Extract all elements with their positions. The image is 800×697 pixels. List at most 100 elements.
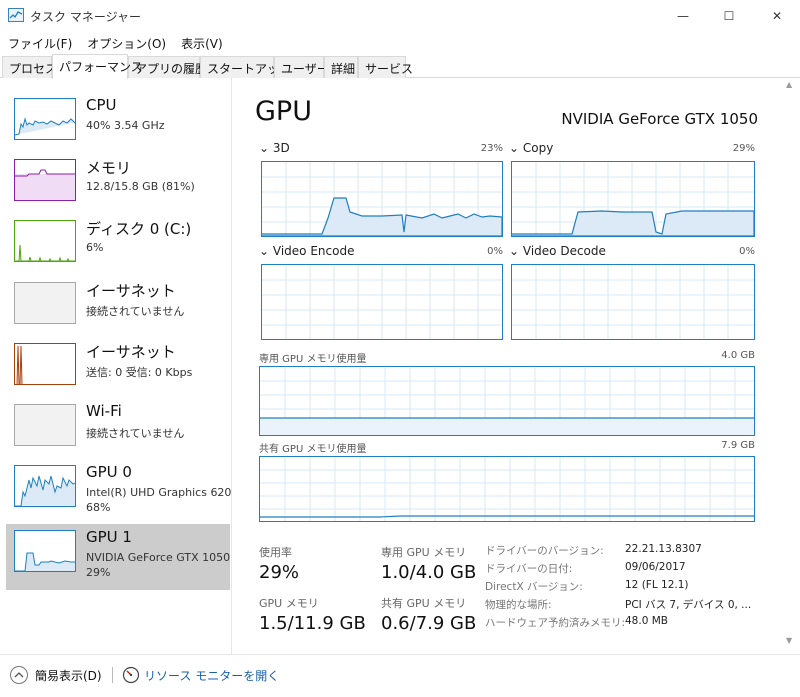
shared-memory-label: 共有 GPU メモリ bbox=[381, 597, 467, 610]
info-value: 48.0 MB bbox=[625, 615, 668, 627]
sidebar-item-gpu-1[interactable]: GPU 1 NVIDIA GeForce GTX 1050 29% bbox=[6, 524, 230, 590]
sidebar-item-cpu[interactable]: CPU 40% 3.54 GHz bbox=[6, 92, 230, 158]
sidebar-item-detail: 6% bbox=[86, 241, 104, 254]
engine-selector-video-decode[interactable]: ⌄ Video Decode bbox=[509, 244, 606, 258]
gpu1-thumbnail bbox=[14, 530, 76, 572]
maximize-button[interactable]: ☐ bbox=[706, 0, 752, 32]
gpu-memory-label: GPU メモリ bbox=[259, 597, 319, 610]
shared-memory-value: 0.6/7.9 GB bbox=[381, 613, 477, 634]
tab-bar: プロセス パフォーマンス アプリの履歴 スタートアップ ユーザー 詳細 サービス bbox=[0, 54, 800, 79]
info-key: ドライバーのバージョン: bbox=[485, 545, 604, 557]
dedicated-memory-max: 4.0 GB bbox=[721, 350, 755, 361]
chevron-up-icon bbox=[14, 672, 24, 678]
utilization-value: 29% bbox=[259, 562, 300, 583]
fewer-details-label[interactable]: 簡易表示(D) bbox=[35, 667, 102, 684]
sidebar-item-name: メモリ bbox=[86, 159, 132, 177]
chevron-down-icon: ⌄ bbox=[259, 244, 270, 258]
close-icon: ✕ bbox=[771, 9, 783, 23]
engine-graph-video-encode bbox=[261, 264, 503, 340]
title-bar: タスク マネージャー — ☐ ✕ bbox=[0, 0, 800, 32]
gpu-detail-panel: GPU NVIDIA GeForce GTX 1050 ⌄ 3D 23% ⌄ C… bbox=[233, 78, 800, 654]
maximize-icon: ☐ bbox=[723, 9, 735, 23]
sidebar-item-detail: 接続されていません bbox=[86, 305, 185, 318]
resource-sidebar: CPU 40% 3.54 GHz メモリ 12.8/15.8 GB (81%) … bbox=[0, 78, 232, 654]
info-value: 12 (FL 12.1) bbox=[625, 579, 689, 591]
wifi-thumbnail bbox=[14, 404, 76, 446]
engine-graph-video-decode bbox=[511, 264, 755, 340]
tab-users[interactable]: ユーザー bbox=[274, 56, 329, 78]
page-title: GPU bbox=[255, 96, 312, 127]
sidebar-item-wifi[interactable]: Wi-Fi 接続されていません bbox=[6, 398, 230, 464]
menu-view[interactable]: 表示(V) bbox=[173, 32, 230, 54]
tab-performance[interactable]: パフォーマンス bbox=[52, 54, 143, 79]
info-value: 09/06/2017 bbox=[625, 561, 686, 573]
utilization-label: 使用率 bbox=[259, 546, 292, 559]
minimize-button[interactable]: — bbox=[660, 0, 706, 32]
engine-selector-copy[interactable]: ⌄ Copy bbox=[509, 141, 553, 155]
engine-selector-video-encode[interactable]: ⌄ Video Encode bbox=[259, 244, 354, 258]
menu-options[interactable]: オプション(O) bbox=[79, 32, 173, 54]
window-title: タスク マネージャー bbox=[30, 10, 141, 24]
sidebar-item-name: CPU bbox=[86, 96, 117, 114]
gpu-memory-value: 1.5/11.9 GB bbox=[259, 613, 366, 634]
scroll-up-arrow-icon[interactable]: ▲ bbox=[786, 80, 792, 89]
info-key: DirectX バージョン: bbox=[485, 581, 583, 593]
engine-selector-3d[interactable]: ⌄ 3D bbox=[259, 141, 290, 155]
scroll-down-arrow-icon[interactable]: ▼ bbox=[786, 636, 792, 645]
sidebar-item-name: ディスク 0 (C:) bbox=[86, 220, 192, 238]
engine-label: Video Encode bbox=[272, 244, 355, 258]
gpu0-thumbnail bbox=[14, 465, 76, 507]
sidebar-item-detail: 40% 3.54 GHz bbox=[86, 119, 165, 132]
menu-file[interactable]: ファイル(F) bbox=[0, 32, 79, 54]
sidebar-item-disk[interactable]: ディスク 0 (C:) 6% bbox=[6, 214, 230, 280]
minimize-icon: — bbox=[677, 9, 689, 23]
engine-percent: 0% bbox=[487, 246, 503, 257]
menu-bar: ファイル(F) オプション(O) 表示(V) bbox=[0, 32, 800, 54]
info-value: 22.21.13.8307 bbox=[625, 543, 702, 555]
task-manager-icon bbox=[8, 8, 24, 22]
sidebar-item-ethernet-2[interactable]: イーサネット 送信: 0 受信: 0 Kbps bbox=[6, 337, 230, 403]
tab-services[interactable]: サービス bbox=[358, 56, 413, 78]
cpu-thumbnail bbox=[14, 98, 76, 140]
fewer-details-button[interactable] bbox=[10, 666, 28, 684]
sidebar-item-gpu-0[interactable]: GPU 0 Intel(R) UHD Graphics 620 68% bbox=[6, 459, 232, 525]
chevron-down-icon: ⌄ bbox=[509, 141, 520, 155]
close-button[interactable]: ✕ bbox=[754, 0, 800, 32]
sidebar-item-name: イーサネット bbox=[86, 282, 176, 300]
sidebar-item-detail: Intel(R) UHD Graphics 620 bbox=[86, 486, 232, 499]
shared-memory-graph-label: 共有 GPU メモリ使用量 bbox=[259, 444, 367, 455]
engine-percent: 29% bbox=[732, 143, 755, 154]
shared-memory-graph bbox=[259, 456, 755, 522]
engine-percent: 23% bbox=[480, 143, 503, 154]
sidebar-item-usage: 68% bbox=[86, 501, 111, 514]
memory-thumbnail bbox=[14, 159, 76, 201]
dedicated-memory-graph bbox=[259, 366, 755, 436]
sidebar-item-detail: NVIDIA GeForce GTX 1050 bbox=[86, 551, 231, 564]
info-value: PCI バス 7, デバイス 0, ... bbox=[625, 599, 752, 611]
sidebar-item-detail: 送信: 0 受信: 0 Kbps bbox=[86, 366, 193, 379]
sidebar-item-memory[interactable]: メモリ 12.8/15.8 GB (81%) bbox=[6, 153, 230, 219]
footer-divider bbox=[112, 667, 113, 683]
sidebar-item-name: GPU 1 bbox=[86, 528, 132, 546]
ethernet-thumbnail bbox=[14, 343, 76, 385]
engine-label: Copy bbox=[522, 141, 554, 155]
gpu-model-name: NVIDIA GeForce GTX 1050 bbox=[561, 110, 758, 128]
engine-percent: 0% bbox=[739, 246, 755, 257]
dedicated-memory-label: 専用 GPU メモリ bbox=[381, 546, 467, 559]
chevron-down-icon: ⌄ bbox=[259, 141, 270, 155]
chevron-down-icon: ⌄ bbox=[509, 244, 520, 258]
dedicated-memory-graph-label: 専用 GPU メモリ使用量 bbox=[259, 354, 367, 365]
ethernet-thumbnail bbox=[14, 282, 76, 324]
sidebar-item-detail: 接続されていません bbox=[86, 427, 185, 440]
engine-graph-3d bbox=[261, 161, 503, 237]
sidebar-item-ethernet-1[interactable]: イーサネット 接続されていません bbox=[6, 276, 230, 342]
tab-startup[interactable]: スタートアップ bbox=[200, 56, 291, 78]
footer-bar: 簡易表示(D) リソース モニターを開く bbox=[0, 654, 800, 697]
sidebar-item-usage: 29% bbox=[86, 566, 111, 579]
engine-label: 3D bbox=[272, 141, 290, 155]
tab-processes[interactable]: プロセス bbox=[2, 56, 57, 78]
sidebar-item-name: イーサネット bbox=[86, 343, 176, 361]
open-resource-monitor-link[interactable]: リソース モニターを開く bbox=[144, 667, 279, 684]
info-key: 物理的な場所: bbox=[485, 599, 552, 611]
tab-details[interactable]: 詳細 bbox=[324, 56, 358, 78]
